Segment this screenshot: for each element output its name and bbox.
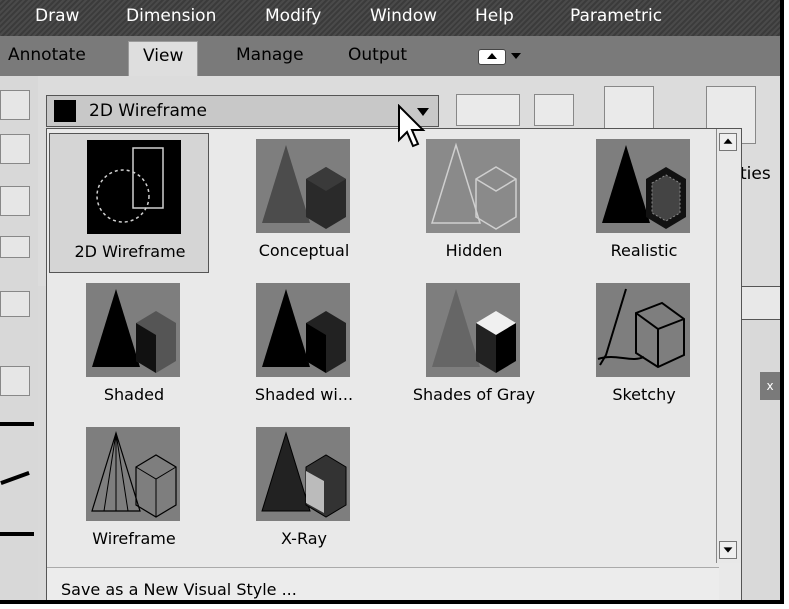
- viewport-dropdown-icon[interactable]: [0, 291, 30, 317]
- drawing-line: [0, 422, 34, 426]
- conceptual-thumb-icon: [256, 139, 350, 233]
- shaded-with-edges-thumb-icon: [256, 283, 350, 377]
- visual-style-combo[interactable]: 2D Wireframe: [46, 95, 439, 127]
- left-tool-strip: [0, 76, 38, 600]
- style-conceptual[interactable]: Conceptual: [219, 133, 379, 273]
- style-shaded[interactable]: Shaded: [49, 277, 209, 417]
- wireframe-thumb-icon: [86, 427, 180, 521]
- orbit-tool-icon[interactable]: [0, 90, 30, 120]
- shaded-thumb-icon: [86, 283, 180, 377]
- style-sketchy[interactable]: Sketchy: [559, 277, 719, 417]
- new-viewport-icon[interactable]: [534, 94, 574, 126]
- scroll-down-icon[interactable]: [719, 541, 737, 559]
- style-label: X-Ray: [281, 529, 327, 548]
- style-2d-wireframe[interactable]: 2D Wireframe: [49, 133, 209, 273]
- navigation-control[interactable]: [740, 286, 780, 320]
- save-visual-style-label: Save as a New Visual Style ...: [61, 580, 297, 599]
- style-label: Conceptual: [258, 241, 350, 260]
- style-label: Shaded wi...: [254, 385, 354, 404]
- view-tool-icon[interactable]: [0, 134, 30, 164]
- gallery-scrollbar[interactable]: [716, 129, 741, 563]
- style-label: Wireframe: [92, 529, 176, 548]
- screenshot-frame: Draw Dimension Modify Window Help Parame…: [0, 0, 784, 604]
- menu-dimension[interactable]: Dimension: [126, 6, 216, 26]
- style-label: Shades of Gray: [412, 385, 536, 404]
- menu-window[interactable]: Window: [370, 6, 437, 26]
- menu-draw[interactable]: Draw: [35, 6, 79, 26]
- mouse-pointer-icon: [397, 103, 427, 154]
- style-x-ray[interactable]: X-Ray: [219, 421, 379, 561]
- realistic-thumb-icon: [596, 139, 690, 233]
- drawing-line: [0, 470, 30, 486]
- drawing-line: [0, 532, 34, 536]
- shades-of-gray-thumb-icon: [426, 283, 520, 377]
- menu-modify[interactable]: Modify: [265, 6, 321, 26]
- view-dropdown-icon[interactable]: [0, 186, 30, 216]
- close-icon[interactable]: x: [760, 372, 780, 400]
- ribbon-label-properties: ties: [740, 164, 771, 184]
- save-visual-style-item[interactable]: Save as a New Visual Style ...: [47, 567, 719, 600]
- menu-help[interactable]: Help: [475, 6, 514, 26]
- style-label: Hidden: [445, 241, 503, 260]
- menu-parametric[interactable]: Parametric: [570, 6, 662, 26]
- tab-annotate[interactable]: Annotate: [8, 45, 86, 65]
- menu-bar: Draw Dimension Modify Window Help Parame…: [0, 0, 780, 36]
- style-shades-of-gray[interactable]: Shades of Gray: [389, 277, 549, 417]
- visual-style-gallery: 2D Wireframe Conceptual Hidden Realistic: [46, 128, 742, 600]
- tab-view[interactable]: View: [128, 41, 199, 76]
- style-realistic[interactable]: Realistic: [559, 133, 719, 273]
- style-shaded-with-edges[interactable]: Shaded wi...: [219, 277, 379, 417]
- viewport-config-icon[interactable]: [456, 94, 520, 126]
- x-ray-thumb-icon: [256, 427, 350, 521]
- 2d-wireframe-thumb-icon: [87, 140, 181, 234]
- style-label: 2D Wireframe: [74, 242, 186, 261]
- workspace-switch-icon[interactable]: [478, 47, 538, 65]
- ribbon-tab-bar: Annotate View Manage Output: [0, 36, 780, 76]
- style-label: Realistic: [610, 241, 678, 260]
- tab-output[interactable]: Output: [348, 45, 407, 65]
- tab-manage[interactable]: Manage: [236, 45, 304, 65]
- sketchy-thumb-icon: [596, 283, 690, 377]
- style-label: Shaded: [103, 385, 165, 404]
- scroll-up-icon[interactable]: [719, 133, 737, 151]
- visual-style-swatch-icon: [54, 100, 76, 122]
- ucs-icon[interactable]: [0, 366, 30, 396]
- style-label: Sketchy: [612, 385, 676, 404]
- hidden-thumb-icon: [426, 139, 520, 233]
- style-wireframe[interactable]: Wireframe: [49, 421, 209, 561]
- panel-expand-icon[interactable]: [0, 236, 30, 258]
- visual-style-current: 2D Wireframe: [89, 101, 207, 121]
